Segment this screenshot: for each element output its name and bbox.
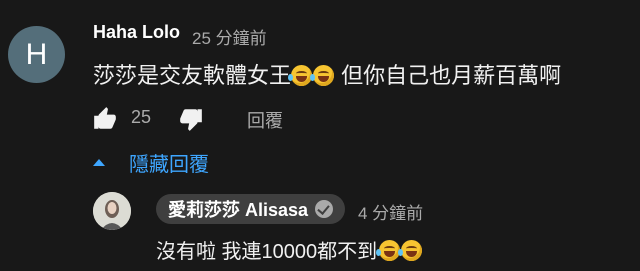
hide-replies-button[interactable]: 隱藏回覆 (90, 148, 209, 177)
comment-text-part2: 但你自己也月薪百萬啊 (335, 63, 562, 88)
reply-avatar-image (93, 192, 131, 230)
reply-text: 沒有啦 我連10000都不到 (156, 235, 423, 264)
reply-avatar[interactable] (93, 192, 131, 230)
thumbs-up-icon[interactable] (92, 106, 118, 132)
like-count: 25 (131, 107, 152, 127)
avatar-letter: H (25, 37, 48, 71)
reply-author: 愛莉莎莎 Alisasa (168, 200, 309, 220)
comment-time[interactable]: 25 分鐘前 (192, 24, 267, 49)
reply-text-content: 沒有啦 我連10000都不到 (156, 241, 378, 263)
rofl-emoji-icon (288, 65, 313, 86)
commenter-avatar[interactable]: H (8, 26, 65, 83)
rofl-emoji-icon (398, 240, 423, 261)
hide-replies-label: 隱藏回覆 (129, 154, 209, 176)
reply-author-chip[interactable]: 愛莉莎莎 Alisasa (156, 194, 346, 224)
reply-time[interactable]: 4 分鐘前 (358, 199, 423, 224)
rofl-emoji-icon (376, 240, 401, 261)
thumbs-down-icon[interactable] (178, 106, 204, 132)
comment-text: 莎莎是交友軟體女王 但你自己也月薪百萬啊 (93, 58, 561, 90)
verified-check-icon (315, 200, 334, 218)
caret-up-icon (93, 159, 105, 166)
rofl-emoji-icon (310, 65, 335, 86)
comment-author[interactable]: Haha Lolo (93, 22, 180, 43)
reply-button[interactable]: 回覆 (247, 107, 283, 133)
comment-text-part1: 莎莎是交友軟體女王 (93, 63, 292, 88)
